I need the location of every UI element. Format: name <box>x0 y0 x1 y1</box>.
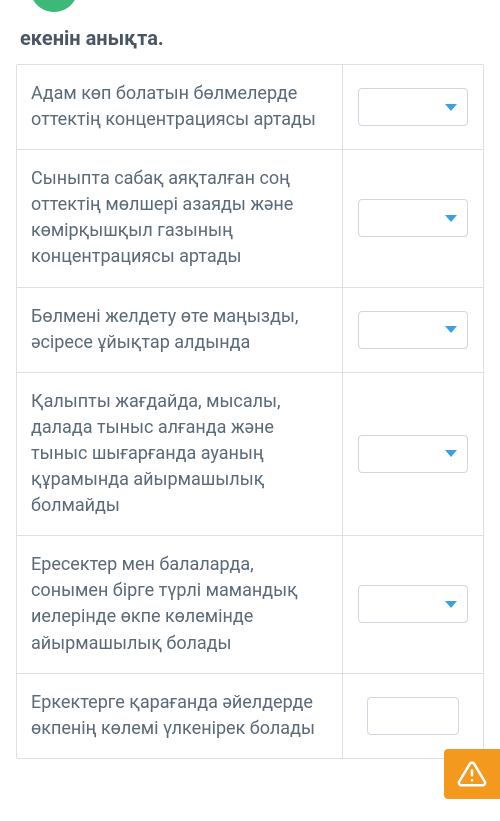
table-row: Ересектер мен балаларда, сонымен бірге т… <box>17 536 483 673</box>
answer-cell <box>343 288 483 372</box>
statement-text: Бөлмені желдету өте маңызды, әсіресе ұйы… <box>17 288 343 372</box>
chevron-down-icon <box>445 215 457 222</box>
chevron-down-icon <box>445 104 457 111</box>
chevron-down-icon <box>445 326 457 333</box>
chevron-down-icon <box>445 601 457 608</box>
answer-cell <box>343 65 483 149</box>
answer-dropdown[interactable] <box>367 697 459 735</box>
answer-dropdown[interactable] <box>358 585 468 623</box>
statement-text: Сыныпта сабақ аяқталған соң оттектің мөл… <box>17 150 343 286</box>
content-container: екенін анықта. Адам көп болатын бөлмелер… <box>0 18 500 759</box>
alert-triangle-icon <box>457 759 487 789</box>
instruction-text: екенін анықта. <box>16 18 484 64</box>
statement-text: Қалыпты жағдайда, мысалы, далада тыныс а… <box>17 373 343 535</box>
statement-text: Ересектер мен балаларда, сонымен бірге т… <box>17 536 343 672</box>
table-row: Адам көп болатын бөлмелерде оттектің кон… <box>17 65 483 150</box>
chevron-down-icon <box>445 450 457 457</box>
header-partial <box>0 0 500 18</box>
answer-cell <box>343 373 483 535</box>
answer-cell <box>343 536 483 672</box>
answer-dropdown[interactable] <box>358 435 468 473</box>
answer-dropdown[interactable] <box>358 199 468 237</box>
statement-text: Еркектерге қарағанда әйелдерде өкпенің к… <box>17 674 343 758</box>
answer-dropdown[interactable] <box>358 311 468 349</box>
table-row: Еркектерге қарағанда әйелдерде өкпенің к… <box>17 674 483 758</box>
table-row: Бөлмені желдету өте маңызды, әсіресе ұйы… <box>17 288 483 373</box>
matching-table: Адам көп болатын бөлмелерде оттектің кон… <box>16 64 484 759</box>
table-row: Сыныпта сабақ аяқталған соң оттектің мөл… <box>17 150 483 287</box>
alert-tab[interactable] <box>444 749 500 799</box>
avatar-circle-partial <box>30 0 78 12</box>
answer-cell <box>343 674 483 758</box>
answer-cell <box>343 150 483 286</box>
answer-dropdown[interactable] <box>358 88 468 126</box>
table-row: Қалыпты жағдайда, мысалы, далада тыныс а… <box>17 373 483 536</box>
statement-text: Адам көп болатын бөлмелерде оттектің кон… <box>17 65 343 149</box>
